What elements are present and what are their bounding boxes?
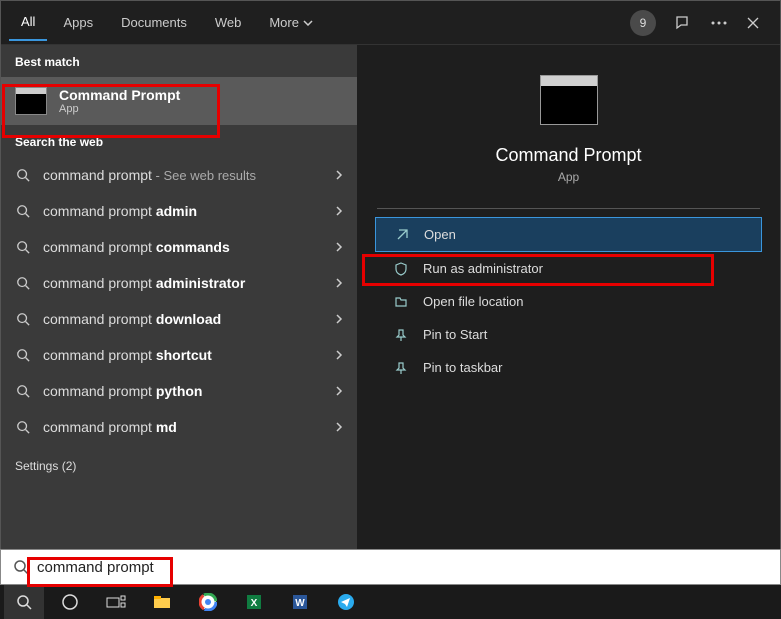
rewards-badge[interactable]: 9	[630, 10, 656, 36]
search-icon	[15, 204, 31, 218]
shield-icon	[393, 262, 409, 276]
web-result-item[interactable]: command prompt shortcut	[1, 337, 357, 373]
detail-panel: Command Prompt App Open Run as administr…	[357, 45, 780, 569]
pin-icon	[393, 328, 409, 342]
taskbar-chrome-icon[interactable]	[188, 585, 228, 619]
search-icon	[15, 240, 31, 254]
chevron-right-icon	[335, 313, 343, 325]
result-text: command prompt administrator	[43, 275, 323, 291]
feedback-icon[interactable]	[674, 14, 692, 32]
folder-icon	[393, 295, 409, 309]
taskbar: X W	[0, 585, 781, 619]
divider	[377, 208, 760, 209]
close-icon[interactable]	[746, 16, 760, 30]
search-icon	[13, 559, 29, 575]
detail-sub: App	[375, 170, 762, 184]
pin-icon	[393, 361, 409, 375]
tab-all[interactable]: All	[9, 4, 47, 41]
chevron-right-icon	[335, 349, 343, 361]
best-match-sub: App	[59, 103, 180, 115]
web-result-item[interactable]: command prompt md	[1, 409, 357, 445]
search-icon	[15, 348, 31, 362]
search-bar[interactable]	[0, 549, 781, 585]
action-run-admin[interactable]: Run as administrator	[375, 252, 762, 285]
taskbar-excel-icon[interactable]: X	[234, 585, 274, 619]
search-tabs: All Apps Documents Web More 9	[1, 1, 780, 45]
web-result-item[interactable]: command prompt administrator	[1, 265, 357, 301]
command-prompt-icon	[15, 87, 47, 115]
search-input[interactable]	[37, 559, 768, 576]
result-text: command prompt md	[43, 419, 323, 435]
action-open-location[interactable]: Open file location	[375, 285, 762, 318]
action-open[interactable]: Open	[375, 217, 762, 252]
web-result-item[interactable]: command prompt admin	[1, 193, 357, 229]
tab-apps[interactable]: Apps	[51, 5, 105, 40]
best-match-header: Best match	[1, 45, 357, 77]
taskbar-telegram-icon[interactable]	[326, 585, 366, 619]
results-panel: Best match Command Prompt App Search the…	[1, 45, 357, 569]
action-pin-start[interactable]: Pin to Start	[375, 318, 762, 351]
search-icon	[15, 420, 31, 434]
web-result-item[interactable]: command prompt download	[1, 301, 357, 337]
result-text: command prompt download	[43, 311, 323, 327]
web-header: Search the web	[1, 125, 357, 157]
best-match-item[interactable]: Command Prompt App	[1, 77, 357, 125]
svg-text:X: X	[251, 598, 258, 609]
result-text: command prompt commands	[43, 239, 323, 255]
taskbar-taskview-icon[interactable]	[96, 585, 136, 619]
action-pin-taskbar[interactable]: Pin to taskbar	[375, 351, 762, 384]
search-icon	[15, 168, 31, 182]
web-result-item[interactable]: command prompt - See web results	[1, 157, 357, 193]
taskbar-cortana-icon[interactable]	[50, 585, 90, 619]
result-text: command prompt python	[43, 383, 323, 399]
command-prompt-icon-large	[540, 75, 598, 125]
web-result-item[interactable]: command prompt python	[1, 373, 357, 409]
search-icon	[15, 384, 31, 398]
chevron-right-icon	[335, 385, 343, 397]
svg-text:W: W	[295, 598, 305, 609]
settings-header[interactable]: Settings (2)	[1, 445, 357, 481]
open-icon	[394, 228, 410, 242]
taskbar-word-icon[interactable]: W	[280, 585, 320, 619]
tab-web[interactable]: Web	[203, 5, 254, 40]
taskbar-explorer-icon[interactable]	[142, 585, 182, 619]
detail-title: Command Prompt	[375, 145, 762, 166]
result-text: command prompt - See web results	[43, 167, 323, 183]
chevron-right-icon	[335, 241, 343, 253]
chevron-down-icon	[303, 20, 313, 26]
chevron-right-icon	[335, 421, 343, 433]
search-icon	[15, 312, 31, 326]
chevron-right-icon	[335, 277, 343, 289]
taskbar-search-icon[interactable]	[4, 585, 44, 619]
chevron-right-icon	[335, 205, 343, 217]
web-result-item[interactable]: command prompt commands	[1, 229, 357, 265]
result-text: command prompt admin	[43, 203, 323, 219]
chevron-right-icon	[335, 169, 343, 181]
more-options-icon[interactable]	[710, 21, 728, 25]
tab-documents[interactable]: Documents	[109, 5, 199, 40]
tab-more[interactable]: More	[257, 5, 325, 40]
search-icon	[15, 276, 31, 290]
result-text: command prompt shortcut	[43, 347, 323, 363]
best-match-title: Command Prompt	[59, 87, 180, 103]
